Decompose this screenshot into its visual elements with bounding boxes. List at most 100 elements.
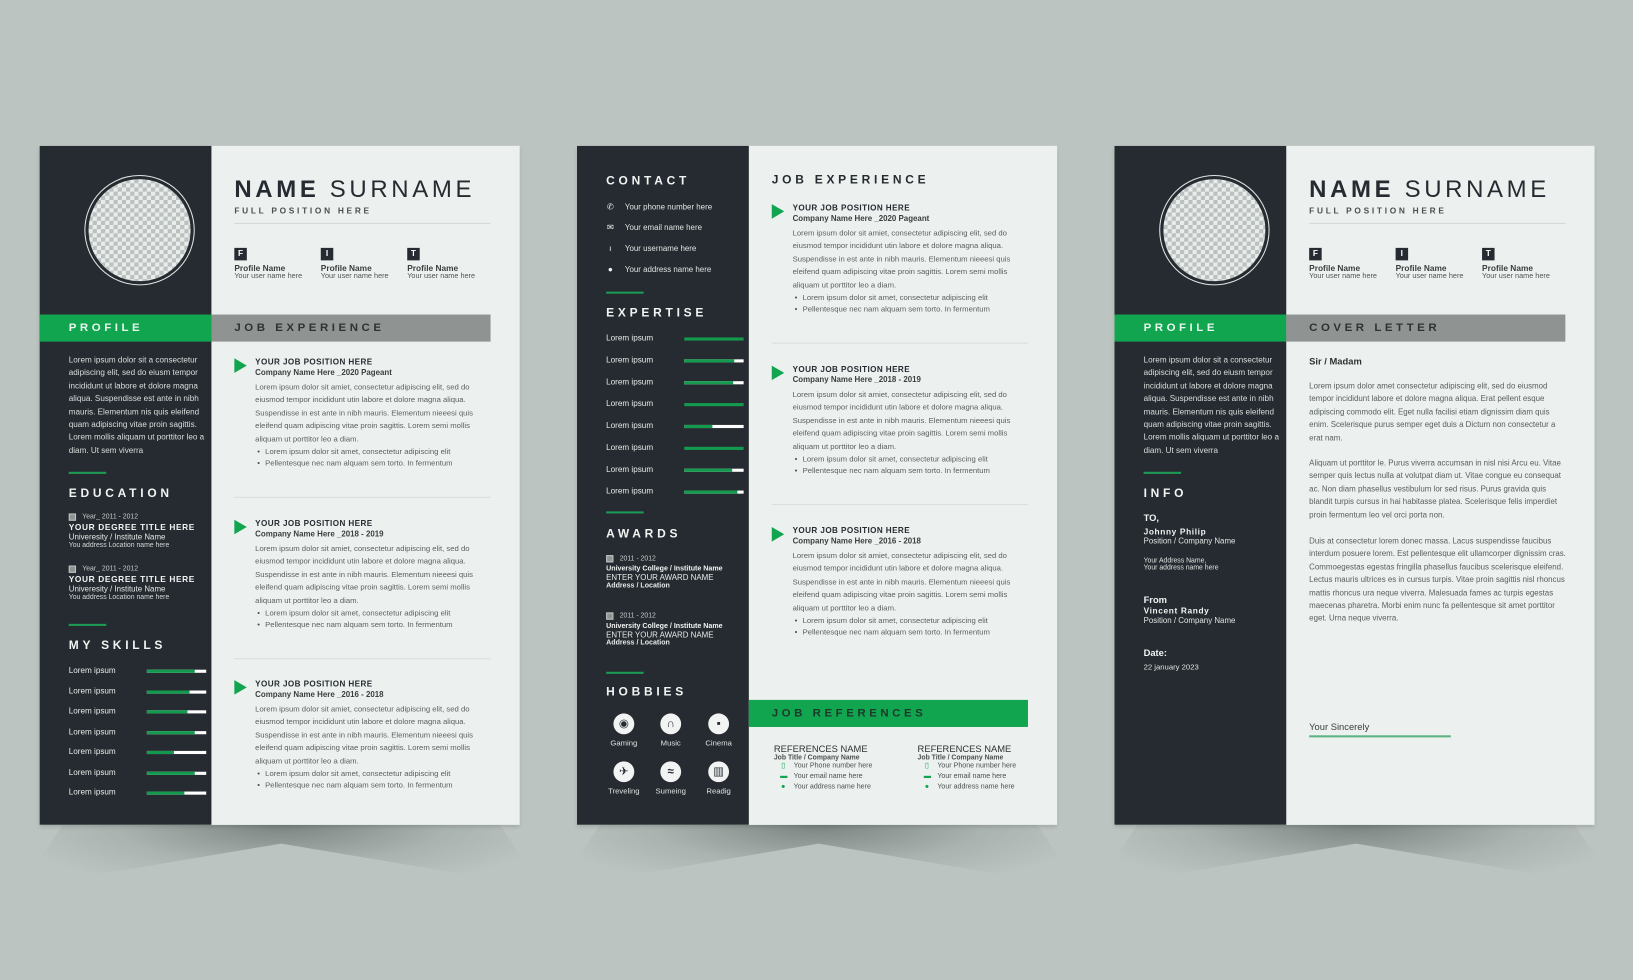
username: Your user name here (320, 272, 389, 281)
education-heading: EDUCATION (68, 487, 173, 500)
skill-bar-fill (146, 771, 195, 775)
job-bullet: Lorem ipsum dolor sit amet, consectetur … (265, 768, 495, 780)
skill-label: Lorem ipsum (68, 726, 116, 736)
job-bullet: Pellentesque nec nam alquam sem torto. I… (803, 304, 1032, 316)
main-content: JOB EXPERIENCE YOUR JOB POSITION HERE Co… (748, 146, 1057, 825)
contact-email[interactable]: ✉ Your email name here (606, 223, 702, 232)
contact-phone[interactable]: ✆ Your phone number here (606, 202, 712, 211)
reference-address: Your address name here (937, 783, 1015, 791)
skill-label: Lorem ipsum (68, 767, 116, 777)
education-location: You address Location name here (68, 541, 170, 549)
username: Your user name here (1309, 272, 1377, 281)
book-icon: ▥ (708, 761, 730, 783)
profile-photo-placeholder[interactable] (84, 174, 195, 286)
job-bullet: Pellentesque nec nam alquam sem torto. I… (803, 465, 1032, 477)
skill-bar (146, 750, 207, 755)
education-year: Year_ 2011 - 2012 (82, 513, 139, 521)
calendar-icon (68, 565, 77, 573)
profile-photo-placeholder[interactable] (1159, 174, 1270, 286)
job-position: YOUR JOB POSITION HERE (792, 525, 911, 536)
skill-bar-fill (146, 791, 185, 795)
twitter-icon: T (1482, 247, 1495, 261)
contact-username[interactable]: ı Your username here (606, 244, 696, 253)
stage: Lorem ipsum dolor sit a consectetur adip… (0, 0, 1633, 980)
address-line-1: Your Address Name, (1143, 557, 1207, 565)
social-links: F Profile Name Your user name here I Pro… (1309, 247, 1565, 281)
photo-checkerboard (1163, 179, 1266, 282)
profile-name: Profile Name (1395, 263, 1447, 273)
reference-item: REFERENCES NAME Job Title / Company Name… (918, 744, 1048, 793)
award-item: 2011 - 2012 University College / Institu… (606, 555, 747, 589)
signature-line (1309, 735, 1451, 738)
social-link-instagram[interactable]: I Profile Name Your user name here (1395, 247, 1479, 280)
skill-bar-fill (684, 337, 744, 341)
degree-title: YOUR DEGREE TITLE HERE (68, 574, 195, 585)
first-name: NAME (234, 174, 320, 203)
hobbies-heading: HOBBIES (606, 686, 687, 699)
skill-label: Lorem ipsum (606, 355, 654, 365)
play-arrow-icon (771, 204, 785, 219)
section-rule (68, 623, 107, 626)
skill-label: Lorem ipsum (606, 464, 654, 474)
letter-paragraph: Duis at consectetur lorem donec massa. L… (1309, 536, 1566, 624)
section-rule (606, 511, 644, 514)
to-label: TO, (1143, 512, 1160, 523)
reference-title: Job Title / Company Name (773, 754, 860, 762)
location-pin-icon: ● (924, 783, 930, 791)
last-name: SURNAME (1404, 174, 1550, 203)
profile-name: Profile Name (407, 263, 459, 273)
skill-bar (146, 771, 207, 775)
skill-bar-fill (684, 403, 744, 407)
contact-text: Your address name here (624, 264, 712, 274)
skill-bar (146, 791, 207, 795)
job-bullet: Pellentesque nec nam alquam sem torto. I… (265, 779, 495, 791)
skill-bar (684, 337, 744, 341)
job-entry: YOUR JOB POSITION HERE Company Name Here… (771, 365, 1032, 477)
hobby-reading: ▥ Readig (695, 761, 743, 796)
job-description: Lorem ipsum dolor sit amiet, consectetur… (255, 382, 473, 444)
from-label: From (1143, 594, 1168, 606)
contact-address[interactable]: ● Your address name here (606, 265, 711, 274)
social-link-twitter[interactable]: T Profile Name Your user name here (1482, 247, 1565, 280)
job-entry: YOUR JOB POSITION HERE Company Name Here… (234, 357, 494, 469)
skill-bar (146, 669, 207, 673)
social-link-facebook[interactable]: F Profile Name Your user name here (234, 247, 317, 280)
phone-icon: ✆ (606, 202, 614, 212)
job-company: Company Name Here _2018 - 2019 (255, 529, 384, 539)
profile-name: Profile Name (1482, 263, 1533, 273)
section-rule (1143, 471, 1182, 474)
skill-row: Lorem ipsum (69, 747, 207, 759)
phone-icon: ▯ (924, 762, 929, 770)
skill-row: Lorem ipsum (606, 486, 744, 498)
skill-bar (684, 490, 744, 494)
award-college: University College / Institute Name (606, 622, 723, 631)
profile-band: PROFILE (1114, 314, 1287, 342)
sidebar: Lorem ipsum dolor sit a consectetur adip… (39, 145, 212, 825)
hobby-music: ∩ Music (647, 713, 695, 748)
job-entry: YOUR JOB POSITION HERE Company Name Here… (771, 203, 1032, 316)
skill-bar-fill (146, 750, 174, 755)
section-rule (606, 291, 644, 294)
job-position: YOUR JOB POSITION HERE (792, 203, 911, 213)
hobby-label: Cinema (705, 738, 732, 748)
education-year: Year_ 2011 - 2012 (82, 565, 139, 573)
university-name: Univeresity / Institute Name (68, 584, 166, 594)
closing: Your Sincerely (1309, 721, 1370, 733)
page-shadow (558, 824, 1079, 888)
job-company: Company Name Here _2016 - 2018 (255, 689, 384, 699)
social-link-twitter[interactable]: T Profile Name Your user name here (407, 247, 490, 280)
job-entry: YOUR JOB POSITION HERE Company Name Here… (234, 519, 494, 631)
airplane-icon: ✈ (613, 761, 635, 783)
sender-info: From Vincent Randy Position / Company Na… (1144, 595, 1280, 625)
social-link-instagram[interactable]: I Profile Name Your user name here (320, 247, 404, 281)
contact-text: Your username here (624, 243, 697, 254)
social-link-facebook[interactable]: F Profile Name Your user name here (1309, 247, 1392, 281)
awards-heading: AWARDS (606, 528, 682, 541)
job-bullet: Lorem ipsum dolor sit amet, consectetur … (803, 615, 1032, 627)
profile-text: Lorem ipsum dolor sit a consectetur adip… (1143, 355, 1279, 455)
job-bullet: Lorem ipsum dolor sit amet, consectetur … (265, 607, 495, 619)
reference-phone: Your Phone number here (937, 762, 1017, 770)
skill-row: Lorem ipsum (68, 767, 207, 779)
skill-row: Lorem ipsum (606, 333, 744, 345)
facebook-icon: F (234, 247, 247, 261)
